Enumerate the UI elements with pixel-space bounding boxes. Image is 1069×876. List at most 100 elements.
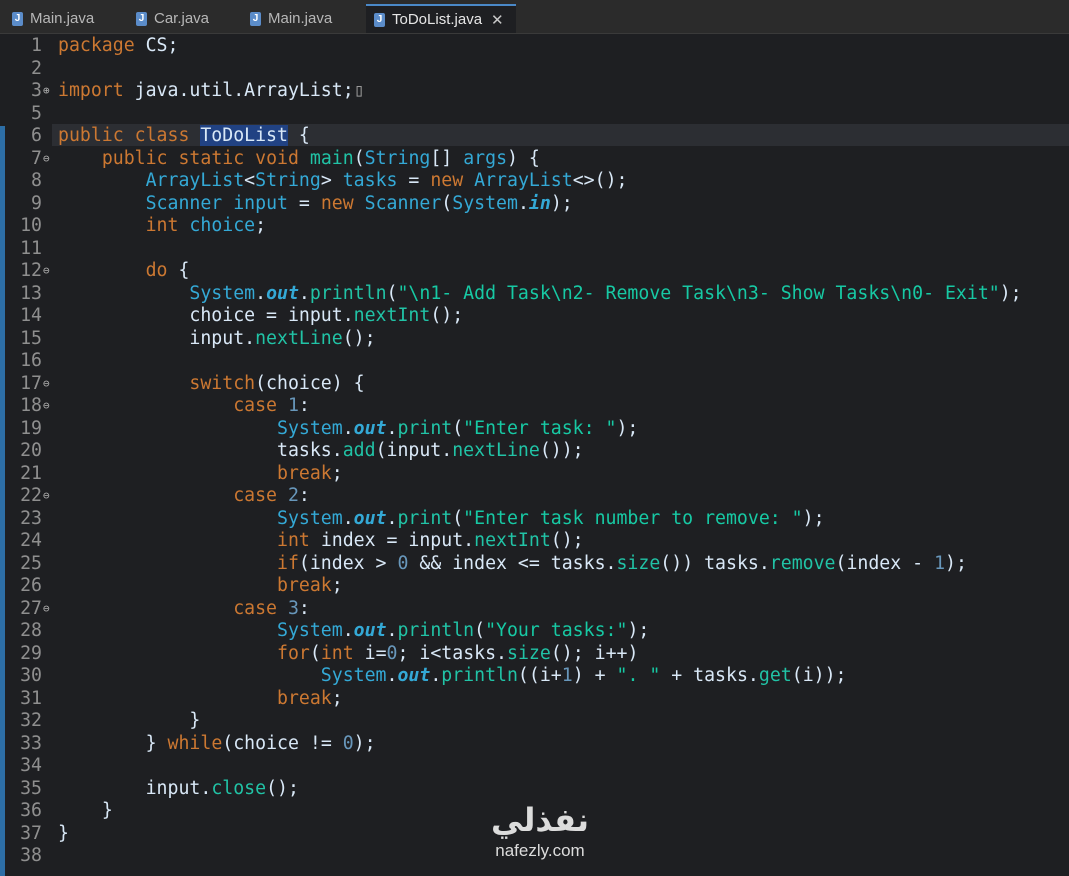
- close-tab-icon[interactable]: ✕: [491, 11, 504, 29]
- code-text: input.nextLine();: [58, 327, 376, 351]
- code-line[interactable]: 30 System.out.println((i+1) + ". " + tas…: [0, 665, 1069, 688]
- code-line[interactable]: 19 System.out.print("Enter task: ");: [0, 418, 1069, 441]
- collapse-fold-icon[interactable]: ⊖: [43, 395, 50, 418]
- line-number: 1: [31, 35, 42, 56]
- code-line[interactable]: 22 ⊖ case 2:: [0, 485, 1069, 508]
- code-token: (choice) {: [255, 372, 365, 394]
- code-line[interactable]: 8 ArrayList<String> tasks = new ArrayLis…: [0, 170, 1069, 193]
- tab-car-java[interactable]: J Car.java: [136, 4, 209, 33]
- line-number: 37: [20, 822, 42, 844]
- collapse-fold-icon[interactable]: ⊖: [43, 598, 50, 621]
- code-line[interactable]: 3 ⊕ import java.util.ArrayList;▯: [0, 80, 1069, 103]
- tab-label: Car.java: [154, 10, 210, 27]
- code-token: .: [386, 665, 398, 686]
- code-token: }: [189, 710, 201, 731]
- code-token: (: [474, 620, 486, 641]
- code-line[interactable]: 20 tasks.add(input.nextLine());: [0, 440, 1069, 463]
- code-token: (: [452, 417, 464, 439]
- code-token: switch: [189, 372, 256, 394]
- code-line[interactable]: 9 Scanner input = new Scanner(System.in)…: [0, 193, 1069, 216]
- code-token: }: [101, 800, 113, 821]
- line-number: 24: [20, 530, 42, 551]
- line-number: 35: [20, 777, 42, 799]
- line-number: 14: [20, 305, 42, 326]
- code-line[interactable]: 33 } while(choice != 0);: [0, 733, 1069, 756]
- code-line[interactable]: 10 int choice;: [0, 215, 1069, 238]
- code-token: ArrayList: [145, 170, 245, 191]
- collapse-fold-icon[interactable]: ⊖: [43, 260, 50, 283]
- code-line[interactable]: 32 }: [0, 710, 1069, 733]
- code-line[interactable]: 18 ⊖ case 1:: [0, 395, 1069, 418]
- code-text: switch(choice) {: [58, 372, 365, 396]
- collapse-fold-icon[interactable]: ⊖: [43, 485, 50, 508]
- code-line[interactable]: 31 break;: [0, 688, 1069, 711]
- code-line[interactable]: 14 choice = input.nextInt();: [0, 305, 1069, 328]
- collapse-fold-icon[interactable]: ⊖: [43, 373, 50, 396]
- code-token: 0: [342, 732, 354, 754]
- code-token: 2: [287, 485, 299, 506]
- code-token: .: [255, 282, 267, 304]
- code-line[interactable]: 34: [0, 755, 1069, 778]
- code-line[interactable]: 2: [0, 58, 1069, 81]
- editor-tab-bar: J Main.java J Car.java J Main.java J ToD…: [0, 0, 1069, 34]
- code-token: (: [441, 192, 453, 214]
- code-line[interactable]: 23 System.out.print("Enter task number t…: [0, 508, 1069, 531]
- code-token: = input.: [375, 530, 475, 551]
- code-token: out: [353, 417, 387, 439]
- code-text: int choice;: [58, 215, 266, 238]
- code-token: -: [901, 552, 935, 574]
- java-file-icon: J: [250, 11, 261, 26]
- code-line[interactable]: 24 int index = input.nextInt();: [0, 530, 1069, 553]
- code-token: ();: [342, 327, 376, 349]
- code-line[interactable]: 35 input.close();: [0, 778, 1069, 801]
- code-line[interactable]: 25 if(index > 0 && index <= tasks.size()…: [0, 553, 1069, 576]
- code-text: break;: [58, 688, 343, 711]
- tab-todolist-java[interactable]: J ToDoList.java ✕: [366, 4, 516, 33]
- code-token: tasks.: [277, 440, 343, 461]
- code-token: &&: [408, 552, 453, 574]
- code-line[interactable]: 11: [0, 238, 1069, 261]
- code-line[interactable]: 26 break;: [0, 575, 1069, 598]
- expand-fold-icon[interactable]: ⊕: [43, 80, 50, 103]
- code-line[interactable]: 7 ⊖ public static void main(String[] args…: [0, 148, 1069, 171]
- code-line[interactable]: 28 System.out.println("Your tasks:");: [0, 620, 1069, 643]
- collapse-fold-icon[interactable]: ⊖: [43, 148, 50, 171]
- code-line[interactable]: 13 System.out.println("\n1- Add Task\n2-…: [0, 283, 1069, 306]
- code-token: }: [145, 732, 168, 754]
- line-number: 29: [20, 642, 42, 664]
- line-number: 17: [20, 372, 42, 394]
- code-line[interactable]: 16: [0, 350, 1069, 373]
- code-line[interactable]: 1 package CS;: [0, 35, 1069, 58]
- code-line[interactable]: 15 input.nextLine();: [0, 328, 1069, 351]
- code-line[interactable]: 27 ⊖ case 3:: [0, 598, 1069, 621]
- tab-main-java-2[interactable]: J Main.java: [250, 4, 332, 33]
- code-line[interactable]: 12 ⊖ do {: [0, 260, 1069, 283]
- code-token: static: [178, 147, 245, 169]
- code-token: if: [277, 552, 299, 574]
- code-token: (input.: [375, 440, 453, 461]
- code-token: public: [101, 147, 168, 169]
- code-token: new: [430, 170, 464, 191]
- code-text: break;: [58, 463, 343, 486]
- tab-main-java-1[interactable]: J Main.java: [12, 4, 94, 33]
- code-line[interactable]: 17 ⊖ switch(choice) {: [0, 373, 1069, 396]
- code-token: add: [342, 440, 376, 461]
- code-line[interactable]: 5: [0, 103, 1069, 126]
- code-line[interactable]: 21 break;: [0, 463, 1069, 486]
- code-token: break: [277, 462, 332, 484]
- code-token: .: [517, 192, 529, 214]
- code-line[interactable]: 6 public class ToDoList {: [0, 125, 1069, 148]
- code-line[interactable]: 29 for(int i=0; i<tasks.size(); i++): [0, 643, 1069, 666]
- code-token: new: [320, 192, 354, 214]
- line-number: 9: [31, 192, 42, 214]
- code-token: <: [244, 170, 256, 191]
